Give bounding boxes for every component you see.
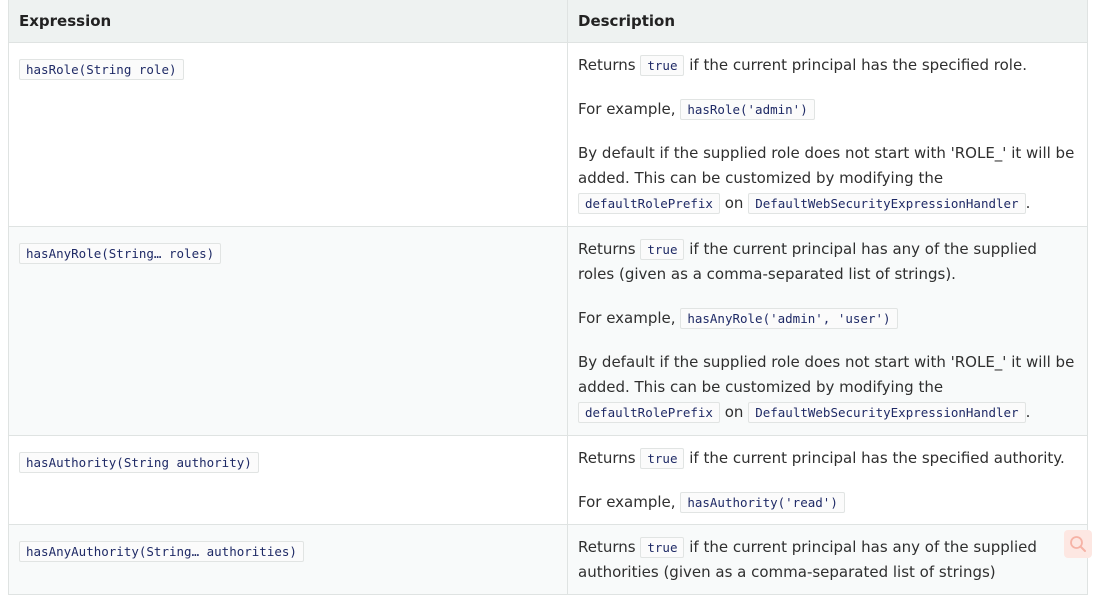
description-cell: Returns true if the current principal ha…	[567, 524, 1088, 595]
expression-code: hasAuthority(String authority)	[19, 452, 259, 473]
description-cell: Returns true if the current principal ha…	[567, 226, 1088, 436]
example-text: For example, hasRole('admin')	[578, 97, 1077, 122]
returns-text: Returns true if the current principal ha…	[578, 448, 1065, 469]
expression-cell: hasAnyRole(String… roles)	[8, 226, 568, 436]
expression-code: hasAnyAuthority(String… authorities)	[19, 541, 304, 562]
search-button[interactable]	[1064, 530, 1092, 558]
inline-code: DefaultWebSecurityExpressionHandler	[748, 402, 1026, 423]
example-text: For example, hasAuthority('read')	[578, 490, 1077, 515]
expression-cell: hasAnyAuthority(String… authorities)	[8, 524, 568, 595]
example-code: hasRole('admin')	[680, 99, 815, 120]
example-code: hasAuthority('read')	[680, 492, 845, 513]
table-row: hasRole(String role) Returns true if the…	[8, 42, 1088, 227]
default-note: By default if the supplied role does not…	[578, 353, 1075, 423]
inline-code: true	[640, 239, 685, 260]
returns-text: Returns true if the current principal ha…	[578, 239, 1037, 283]
inline-code: DefaultWebSecurityExpressionHandler	[748, 193, 1026, 214]
returns-text: Returns true if the current principal ha…	[578, 537, 1037, 581]
inline-code: true	[640, 55, 685, 76]
example-text: For example, hasAnyRole('admin', 'user')	[578, 306, 1077, 331]
header-expression: Expression	[8, 0, 568, 43]
example-code: hasAnyRole('admin', 'user')	[680, 308, 898, 329]
expression-code: hasRole(String role)	[19, 59, 184, 80]
table-row: hasAnyRole(String… roles) Returns true i…	[8, 226, 1088, 436]
search-icon	[1070, 536, 1086, 552]
header-description: Description	[567, 0, 1088, 43]
expression-table: Expression Description hasRole(String ro…	[8, 0, 1088, 595]
inline-code: true	[640, 537, 685, 558]
default-note: By default if the supplied role does not…	[578, 144, 1075, 214]
description-cell: Returns true if the current principal ha…	[567, 42, 1088, 227]
table-row: hasAnyAuthority(String… authorities) Ret…	[8, 524, 1088, 595]
table-row: hasAuthority(String authority) Returns t…	[8, 435, 1088, 525]
description-cell: Returns true if the current principal ha…	[567, 435, 1088, 525]
returns-text: Returns true if the current principal ha…	[578, 55, 1027, 76]
expression-cell: hasAuthority(String authority)	[8, 435, 568, 525]
expression-cell: hasRole(String role)	[8, 42, 568, 227]
inline-code: defaultRolePrefix	[578, 193, 720, 214]
expression-code: hasAnyRole(String… roles)	[19, 243, 222, 264]
inline-code: defaultRolePrefix	[578, 402, 720, 423]
inline-code: true	[640, 448, 685, 469]
table-header-row: Expression Description	[8, 0, 1088, 43]
